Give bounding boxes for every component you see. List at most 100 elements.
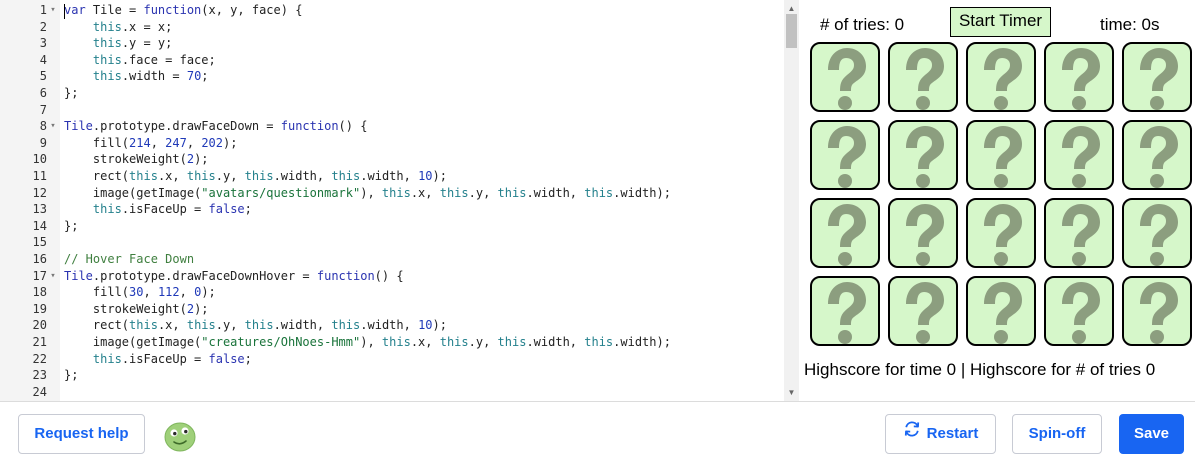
code-token: this [186, 318, 216, 333]
code-line[interactable]: 19 strokeWeight(2); [0, 301, 784, 318]
code-token: .width); [613, 185, 671, 200]
code-line[interactable]: 9 fill(214, 247, 202); [0, 135, 784, 152]
memory-tile[interactable] [888, 198, 958, 268]
memory-tile[interactable] [810, 120, 880, 190]
fold-arrow-icon[interactable]: ▾ [48, 118, 58, 135]
memory-tile[interactable] [888, 120, 958, 190]
code-token: .x, [410, 185, 440, 200]
code-token: ); [432, 318, 447, 333]
spin-off-button[interactable]: Spin-off [1012, 414, 1102, 454]
code-line[interactable]: 16 // Hover Face Down [0, 251, 784, 268]
code-line[interactable]: 6}; [0, 85, 784, 102]
memory-tile[interactable] [1122, 120, 1192, 190]
line-number: 21 [32, 335, 47, 349]
memory-tile[interactable] [1044, 120, 1114, 190]
restart-label: Restart [926, 425, 979, 443]
code-line[interactable]: 1 ▾ var Tile = function(x, y, face) { [0, 2, 784, 19]
memory-tile[interactable] [1044, 276, 1114, 346]
memory-tile[interactable] [1122, 42, 1192, 112]
line-number: 6 [39, 86, 47, 100]
memory-tile[interactable] [1044, 42, 1114, 112]
code-line[interactable]: 7 [0, 102, 784, 119]
memory-tile[interactable] [966, 42, 1036, 112]
code-line[interactable]: 11 rect(this.x, this.y, this.width, this… [0, 168, 784, 185]
code-token: function [143, 3, 202, 17]
code-line[interactable]: 18 fill(30, 112, 0); [0, 284, 784, 301]
code-token: 2 [186, 152, 195, 167]
code-line[interactable]: 22 this.isFaceUp = false; [0, 351, 784, 368]
code-line[interactable]: 24 [0, 384, 784, 401]
fold-arrow-icon[interactable]: ▾ [48, 268, 58, 285]
code-line[interactable]: 17 ▾ Tile.prototype.drawFaceDownHover = fu… [0, 268, 784, 285]
code-line[interactable]: 8 ▾ Tile.prototype.drawFaceDown = function… [0, 118, 784, 135]
refresh-icon [903, 415, 921, 453]
code-token: image(getImage( [64, 335, 202, 349]
memory-tile[interactable] [888, 42, 958, 112]
memory-tile[interactable] [1122, 276, 1192, 346]
start-timer-button[interactable]: Start Timer [950, 7, 1051, 37]
memory-tile[interactable] [1122, 198, 1192, 268]
code-token: this [244, 318, 274, 333]
code-line[interactable]: 13 this.isFaceUp = false; [0, 201, 784, 218]
code-token: fill( [64, 135, 130, 150]
memory-tile[interactable] [966, 276, 1036, 346]
time-display: time: 0s [1100, 15, 1160, 34]
code-editor[interactable]: 1 ▾ var Tile = function(x, y, face) {2 thi… [0, 0, 784, 401]
code-token: "creatures/OhNoes-Hmm" [201, 335, 361, 349]
code-text: this.isFaceUp = false; [64, 201, 252, 218]
code-line[interactable]: 14}; [0, 218, 784, 235]
fold-arrow-icon[interactable]: ▾ [48, 2, 58, 19]
code-token: }; [64, 218, 79, 233]
line-number: 22 [32, 351, 47, 366]
code-line[interactable]: 15 [0, 234, 784, 251]
memory-tile[interactable] [1044, 198, 1114, 268]
code-token: 70 [186, 69, 202, 84]
bottom-toolbar: Request help Restart Spin-off Save [0, 401, 1195, 458]
code-token: this [129, 169, 158, 183]
restart-button[interactable]: Restart [885, 414, 996, 454]
memory-tile[interactable] [810, 198, 880, 268]
memory-tile[interactable] [966, 120, 1036, 190]
code-token: .x, [157, 169, 187, 183]
scroll-down-icon[interactable]: ▼ [784, 386, 799, 400]
code-line[interactable]: 2 this.x = x; [0, 19, 784, 36]
avatar-icon[interactable] [161, 416, 199, 454]
memory-tile[interactable] [888, 276, 958, 346]
code-line[interactable]: 5 this.width = 70; [0, 68, 784, 85]
memory-tile[interactable] [810, 276, 880, 346]
code-line[interactable]: 21 image(getImage("creatures/OhNoes-Hmm"… [0, 334, 784, 351]
code-text: image(getImage("creatures/OhNoes-Hmm"), … [64, 334, 671, 351]
code-line[interactable]: 3 this.y = y; [0, 35, 784, 52]
code-text: }; [64, 218, 78, 235]
code-token: this [584, 335, 614, 349]
line-number: 5 [39, 69, 47, 84]
request-help-button[interactable]: Request help [18, 414, 145, 454]
code-token: .width = [121, 69, 187, 84]
code-token: this [92, 69, 122, 84]
code-token: rect( [64, 318, 130, 333]
code-line[interactable]: 10 strokeWeight(2); [0, 151, 784, 168]
code-line[interactable]: 4 this.face = face; [0, 52, 784, 69]
code-token: , [143, 285, 158, 300]
code-token: var [64, 3, 86, 17]
memory-tile[interactable] [966, 198, 1036, 268]
editor-scrollbar[interactable]: ▲ ▼ [784, 0, 799, 401]
memory-tile[interactable] [810, 42, 880, 112]
scrollbar-thumb[interactable] [786, 14, 797, 48]
line-number: 12 [32, 185, 47, 200]
code-line[interactable]: 20 rect(this.x, this.y, this.width, this… [0, 317, 784, 334]
code-token: ); [201, 285, 216, 300]
program-output-canvas[interactable]: # of tries: 0 Start Timer time: 0s Highs… [800, 0, 1195, 401]
line-number: 9 [39, 135, 47, 150]
code-line[interactable]: 12 image(getImage("avatars/questionmark"… [0, 185, 784, 202]
save-button[interactable]: Save [1119, 414, 1184, 454]
code-token: .width, [273, 318, 332, 333]
code-token: this [381, 185, 411, 200]
code-token: strokeWeight( [64, 301, 187, 316]
code-token: ); [194, 152, 209, 167]
code-line[interactable]: 23}; [0, 367, 784, 384]
